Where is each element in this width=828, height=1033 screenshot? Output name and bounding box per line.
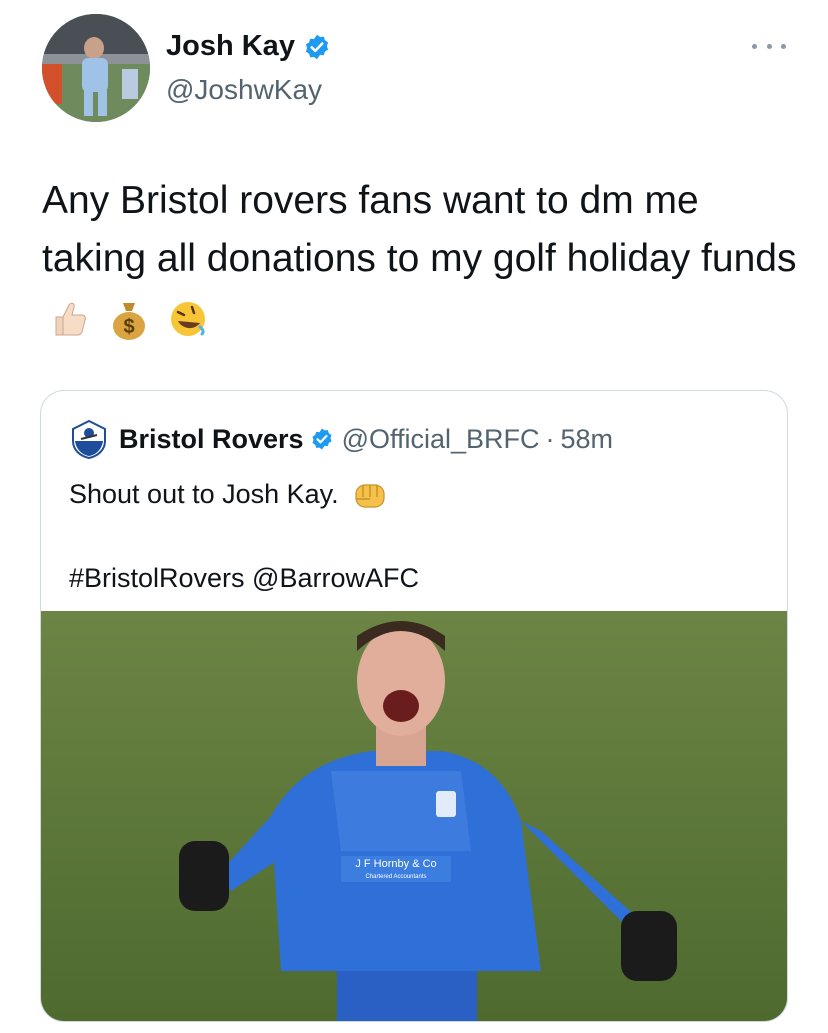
quoted-tweet-card[interactable]: Bristol Rovers @Official_BRFC · 58m Shou… (40, 390, 788, 1022)
oncoming-fist-icon (355, 484, 385, 508)
quoted-tweet-header: Bristol Rovers @Official_BRFC · 58m (69, 419, 613, 459)
author-name-row: Josh Kay (166, 30, 331, 63)
quoted-author-name[interactable]: Bristol Rovers (119, 424, 304, 455)
quoted-tweet-photo[interactable]: J F Hornby & Co Chartered Accountants (41, 611, 787, 1021)
author-name[interactable]: Josh Kay (166, 30, 295, 63)
avatar-photo (42, 14, 150, 122)
quoted-text-line1: Shout out to Josh Kay. (69, 473, 769, 515)
thumbs-up-icon (55, 302, 86, 336)
tweet-text: Any Bristol rovers fans want to dm me ta… (42, 172, 802, 346)
author-handle[interactable]: @JoshwKay (166, 74, 322, 106)
more-options-icon[interactable] (752, 38, 786, 54)
separator-dot: · (545, 423, 555, 454)
quoted-tweet-text: Shout out to Josh Kay. #BristolRovers @B… (69, 473, 769, 599)
shirt-sponsor-line2: Chartered Accountants (365, 874, 426, 880)
quoted-verified-badge-icon (312, 428, 332, 450)
rolling-laughing-icon (170, 301, 205, 336)
author-avatar[interactable] (42, 14, 150, 122)
money-bag-icon: $ (112, 302, 145, 340)
verified-badge-icon (305, 34, 329, 59)
quoted-tweet-time[interactable]: 58m (561, 424, 614, 455)
quoted-text-shoutout: Shout out to Josh Kay. (69, 479, 339, 509)
shirt-sponsor-line1: J F Hornby & Co (355, 858, 436, 870)
svg-text:$: $ (123, 316, 134, 338)
tweet-body: Any Bristol rovers fans want to dm me ta… (42, 179, 797, 280)
bristol-rovers-logo-icon[interactable] (69, 419, 109, 459)
quoted-hashtags[interactable]: #BristolRovers @BarrowAFC (69, 557, 769, 599)
quoted-author-handle[interactable]: @Official_BRFC (342, 424, 540, 455)
